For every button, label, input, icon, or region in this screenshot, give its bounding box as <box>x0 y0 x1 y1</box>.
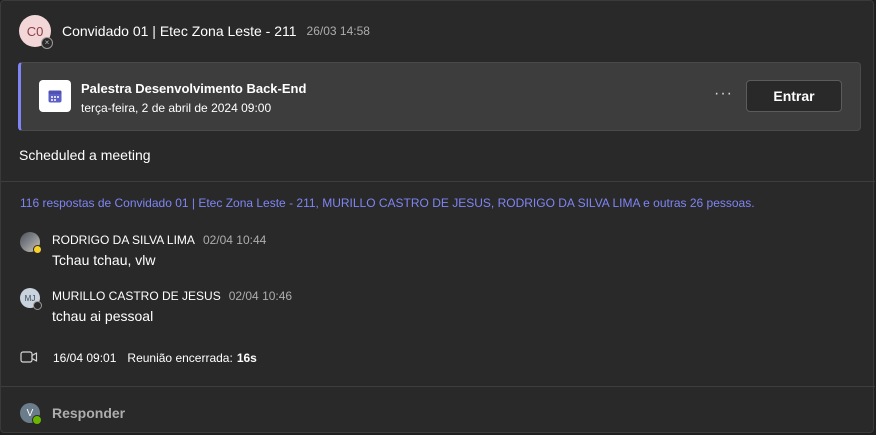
reply-item: MJ MURILLO CASTRO DE JESUS 02/04 10:46 tc… <box>20 286 860 326</box>
more-options-button[interactable]: ··· <box>714 85 733 103</box>
reply-author: MURILLO CASTRO DE JESUS 02/04 10:46 <box>52 289 292 303</box>
post-author[interactable]: Convidado 01 | Etec Zona Leste - 211 <box>62 23 297 39</box>
conversation-card: C0 × Convidado 01 | Etec Zona Leste - 21… <box>0 0 875 433</box>
reply-bar[interactable]: V Responder <box>20 403 125 425</box>
presence-away-icon <box>33 245 42 254</box>
author-avatar[interactable]: C0 × <box>19 15 53 49</box>
meeting-date: terça-feira, 2 de abril de 2024 09:00 <box>81 101 272 115</box>
meeting-ended-row: 16/04 09:01 Reunião encerrada: 16s <box>20 349 257 367</box>
meeting-card[interactable]: Palestra Desenvolvimento Back-End terça-… <box>18 62 861 131</box>
meeting-end-label: Reunião encerrada: <box>127 351 233 365</box>
presence-offline-icon <box>33 301 42 310</box>
reply-button[interactable]: Responder <box>52 405 125 421</box>
reply-time: 02/04 10:44 <box>202 233 267 247</box>
reply-text: tchau ai pessoal <box>52 308 154 324</box>
reply-time: 02/04 10:46 <box>228 289 293 303</box>
divider <box>1 181 875 182</box>
author-avatar-initials: C0 <box>26 23 44 39</box>
replies-summary-link[interactable]: 116 respostas de Convidado 01 | Etec Zon… <box>20 196 755 210</box>
join-meeting-button[interactable]: Entrar <box>746 80 842 112</box>
reply-author: RODRIGO DA SILVA LIMA 02/04 10:44 <box>52 233 266 247</box>
presence-available-icon <box>32 415 42 425</box>
video-camera-icon <box>20 350 40 367</box>
reply-item: RODRIGO DA SILVA LIMA 02/04 10:44 Tchau t… <box>20 230 860 270</box>
calendar-icon <box>39 80 71 112</box>
reply-avatar-photo[interactable] <box>20 232 42 254</box>
current-user-avatar: V <box>20 403 42 425</box>
post-timestamp: 26/03 14:58 <box>306 24 370 38</box>
presence-offline-icon: × <box>41 37 53 49</box>
meeting-end-date: 16/04 09:01 <box>53 351 117 365</box>
scheduled-text: Scheduled a meeting <box>19 147 151 163</box>
meeting-duration: 16s <box>236 351 257 365</box>
post-header: C0 × Convidado 01 | Etec Zona Leste - 21… <box>19 15 370 49</box>
meeting-title: Palestra Desenvolvimento Back-End <box>81 81 307 96</box>
reply-author-name[interactable]: MURILLO CASTRO DE JESUS <box>52 289 221 303</box>
reply-avatar[interactable]: MJ <box>20 288 42 310</box>
divider <box>1 386 875 387</box>
reply-author-name[interactable]: RODRIGO DA SILVA LIMA <box>52 233 195 247</box>
reply-text: Tchau tchau, vlw <box>52 252 156 268</box>
